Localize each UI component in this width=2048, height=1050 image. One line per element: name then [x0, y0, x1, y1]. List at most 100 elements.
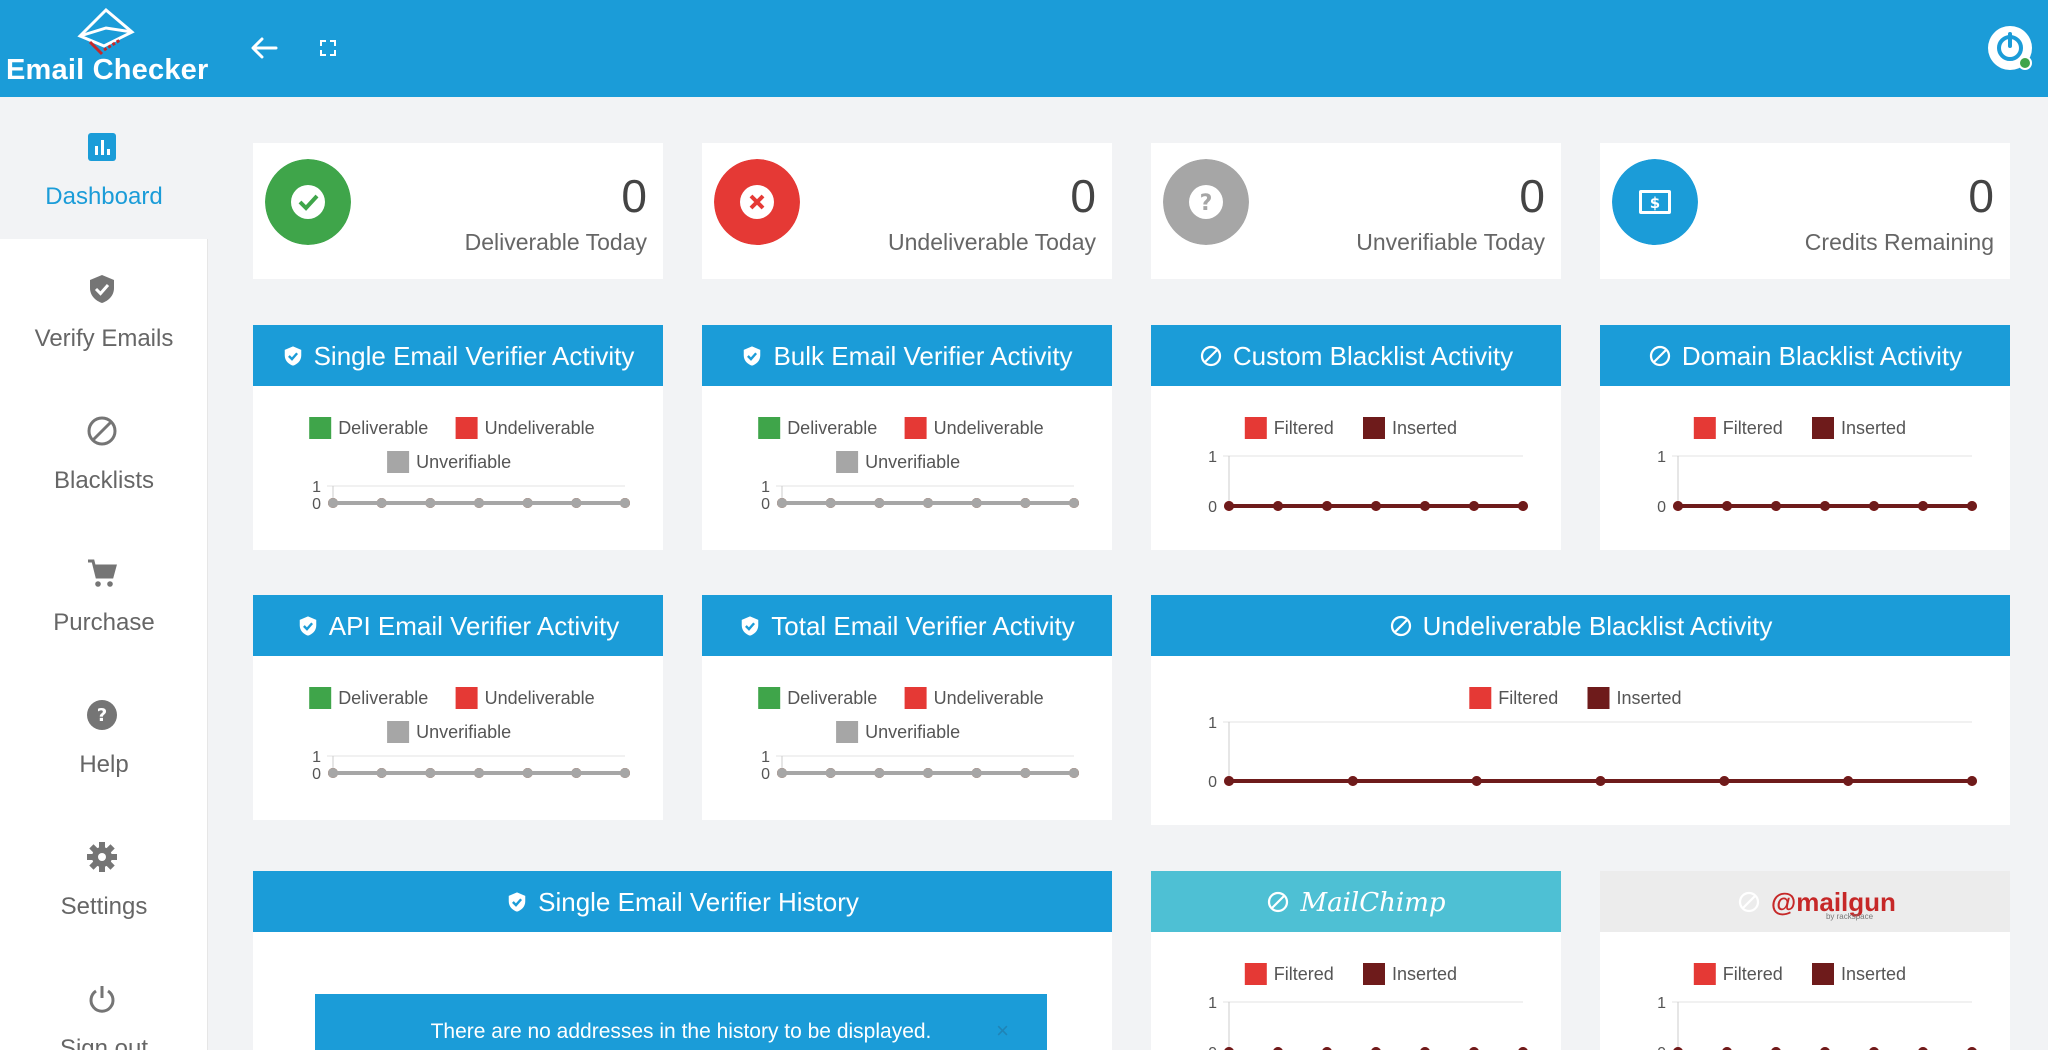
legend-filtered-swatch: [1693, 963, 1716, 985]
fullscreen-icon[interactable]: [318, 38, 338, 58]
chart-single: Deliverable Undeliverable Unverifiable 10: [309, 417, 630, 513]
ban-icon: [1390, 615, 1411, 637]
legend-undeliverable-swatch: [455, 417, 478, 439]
back-arrow-icon[interactable]: [246, 30, 282, 66]
panel-header: Single Email Verifier History: [253, 871, 1112, 932]
panel-header: Custom Blacklist Activity: [1151, 325, 1561, 386]
data-point-unverifiable: [923, 498, 933, 508]
data-point-inserted: [1420, 501, 1430, 511]
svg-text:?: ?: [1200, 191, 1213, 216]
legend-deliverable-swatch: [758, 687, 781, 709]
panel-header: Bulk Email Verifier Activity: [702, 325, 1112, 386]
sidebar-item-verify-emails[interactable]: Verify Emails: [0, 239, 208, 381]
data-point-unverifiable: [874, 768, 885, 778]
data-point-inserted: [1273, 501, 1283, 511]
app-logo[interactable]: Email Checker: [0, 0, 208, 97]
legend-unverifiable-label: Unverifiable: [865, 722, 960, 742]
sidebar-item-label: Dashboard: [45, 183, 163, 210]
data-point-unverifiable: [971, 498, 982, 508]
legend-unverifiable-swatch: [836, 721, 859, 743]
legend-undeliverable-swatch: [904, 687, 927, 709]
panel-subtitle: by rackspace: [1825, 912, 1874, 921]
app-name: Email Checker: [6, 54, 209, 86]
shield-check-icon: [742, 616, 759, 636]
stat-card-deliverable: 0 Deliverable Today: [253, 143, 663, 279]
y-tick-label: 0: [1657, 1045, 1666, 1050]
chart-total: Deliverable Undeliverable Unverifiable 10: [758, 687, 1079, 783]
data-point-unverifiable: [328, 768, 338, 778]
shield-check-icon: [744, 346, 761, 366]
legend-inserted-swatch: [1363, 417, 1385, 439]
y-tick-label: 0: [1208, 774, 1217, 791]
panel-header: Domain Blacklist Activity: [1600, 325, 2010, 386]
sidebar-item-sign-out[interactable]: Sign out: [0, 949, 208, 1050]
panel-bulk-activity: Bulk Email Verifier Activity Deliverable…: [702, 325, 1112, 550]
bar-chart-icon: [88, 133, 116, 161]
sidebar-item-dashboard[interactable]: Dashboard: [0, 97, 208, 239]
svg-text:?: ?: [97, 705, 107, 726]
panel-api-activity: API Email Verifier Activity Deliverable U…: [253, 595, 663, 820]
data-point-inserted: [1843, 776, 1854, 786]
sidebar-item-purchase[interactable]: Purchase: [0, 523, 208, 665]
legend-filtered-swatch: [1244, 417, 1267, 439]
ban-icon: [1649, 345, 1670, 367]
shield-check-icon: [284, 346, 301, 366]
legend-inserted-swatch: [1587, 687, 1610, 709]
sidebar-item-blacklists[interactable]: Blacklists: [0, 381, 208, 523]
panel-title: Custom Blacklist Activity: [1232, 341, 1514, 371]
y-tick-label: 0: [1208, 499, 1217, 516]
legend-inserted-swatch: [1812, 417, 1834, 439]
sidebar-item-label: Blacklists: [53, 467, 155, 494]
stat-label: Undeliverable Today: [888, 229, 1096, 255]
panel-header: API Email Verifier Activity: [253, 595, 663, 656]
svg-text:$: $: [1650, 194, 1660, 212]
legend-undeliverable-swatch: [904, 417, 927, 439]
legend-unverifiable-swatch: [387, 721, 410, 743]
data-point-unverifiable: [474, 768, 484, 778]
legend-unverifiable-swatch: [387, 451, 410, 473]
data-point-unverifiable: [971, 768, 982, 778]
shield-check-icon: [90, 275, 114, 303]
top-bar: Email Checker: [0, 0, 2048, 97]
close-icon[interactable]: ×: [996, 1018, 1009, 1044]
y-tick-label: 0: [761, 766, 770, 783]
data-point-unverifiable: [474, 498, 484, 508]
chart-mailchimp: Filtered Inserted 1 0: [1208, 963, 1528, 1050]
legend-undeliverable-label: Undeliverable: [485, 418, 595, 438]
ban-icon: [87, 416, 117, 446]
data-point-inserted: [1595, 776, 1606, 786]
empty-history-alert: There are no addresses in the history to…: [315, 994, 1047, 1050]
data-point-inserted: [1224, 501, 1234, 511]
data-point-inserted: [1967, 501, 1977, 511]
data-point-unverifiable: [1020, 768, 1031, 778]
ban-icon: [1738, 891, 1760, 913]
panel-undeliverable-blacklist: Undeliverable Blacklist Activity Filtere…: [1151, 595, 2010, 825]
panel-title: Domain Blacklist Activity: [1681, 341, 1963, 371]
data-point-unverifiable: [825, 498, 836, 508]
panel-header: Total Email Verifier Activity: [702, 595, 1112, 656]
user-power-icon[interactable]: [1986, 24, 2034, 72]
data-point-inserted: [1371, 501, 1381, 511]
data-point-inserted: [1347, 776, 1358, 786]
data-point-unverifiable: [571, 498, 582, 508]
panel-header: Undeliverable Blacklist Activity: [1151, 595, 2010, 656]
sidebar-item-help[interactable]: ? Help: [0, 665, 208, 807]
legend-filtered-label: Filtered: [1498, 688, 1558, 708]
legend-inserted-label: Inserted: [1841, 418, 1906, 438]
legend-unverifiable-label: Unverifiable: [416, 452, 511, 472]
data-point-inserted: [1722, 501, 1732, 511]
y-tick-label: 1: [1208, 995, 1217, 1012]
y-tick-label: 0: [1657, 499, 1666, 516]
data-point-unverifiable: [923, 768, 933, 778]
sidebar: Dashboard Verify Emails Blacklists Purch…: [0, 97, 208, 1050]
panel-title: MailChimp: [1300, 888, 1446, 918]
shield-check-icon: [508, 892, 526, 912]
sidebar-item-settings[interactable]: Settings: [0, 807, 208, 949]
data-point-unverifiable: [1069, 768, 1079, 778]
data-point-unverifiable: [620, 498, 630, 508]
panel-mailgun: @mailgunby rackspace Filtered Inserted 1 0: [1600, 871, 2010, 1050]
data-point-unverifiable: [777, 768, 787, 778]
stat-card-undeliverable: 0 Undeliverable Today: [702, 143, 1112, 279]
data-point-unverifiable: [376, 768, 387, 778]
stat-card-unverifiable: ? 0 Unverifiable Today: [1151, 143, 1561, 279]
